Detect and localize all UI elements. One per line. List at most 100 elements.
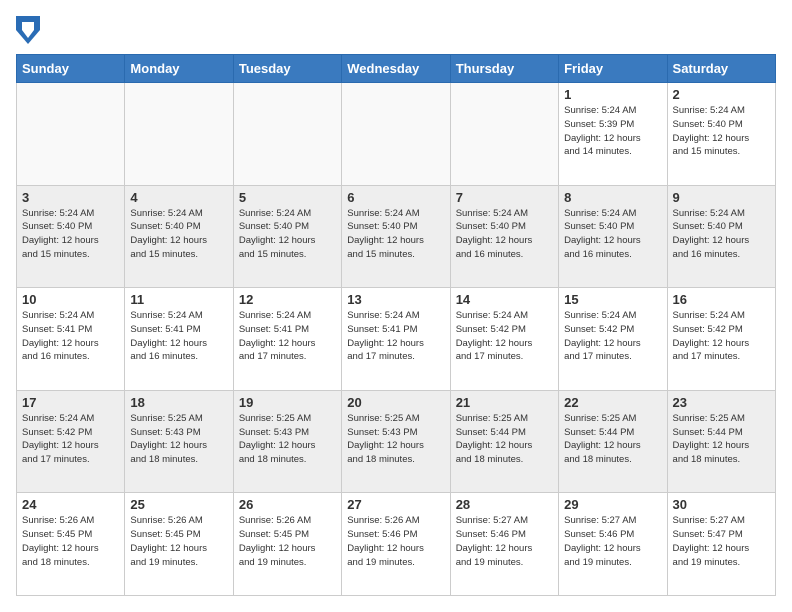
weekday-header-thursday: Thursday: [450, 55, 558, 83]
day-info: Sunrise: 5:24 AMSunset: 5:41 PMDaylight:…: [22, 309, 119, 364]
day-number: 17: [22, 395, 119, 410]
calendar-day-20: 20 Sunrise: 5:25 AMSunset: 5:43 PMDayligh…: [342, 390, 450, 493]
day-number: 27: [347, 497, 444, 512]
day-number: 15: [564, 292, 661, 307]
day-info: Sunrise: 5:24 AMSunset: 5:42 PMDaylight:…: [456, 309, 553, 364]
calendar-day-16: 16 Sunrise: 5:24 AMSunset: 5:42 PMDayligh…: [667, 288, 775, 391]
day-number: 29: [564, 497, 661, 512]
calendar-day-19: 19 Sunrise: 5:25 AMSunset: 5:43 PMDayligh…: [233, 390, 341, 493]
calendar-week-row: 17 Sunrise: 5:24 AMSunset: 5:42 PMDayligh…: [17, 390, 776, 493]
calendar-body: 1Sunrise: 5:24 AMSunset: 5:39 PMDaylight…: [17, 83, 776, 596]
day-info: Sunrise: 5:24 AMSunset: 5:40 PMDaylight:…: [456, 207, 553, 262]
day-info: Sunrise: 5:24 AMSunset: 5:40 PMDaylight:…: [673, 207, 770, 262]
calendar-day-empty: [125, 83, 233, 186]
calendar-day-6: 6 Sunrise: 5:24 AMSunset: 5:40 PMDaylight…: [342, 185, 450, 288]
day-info: Sunrise: 5:24 AMSunset: 5:40 PMDaylight:…: [22, 207, 119, 262]
day-number: 1: [564, 87, 661, 102]
calendar-day-23: 23 Sunrise: 5:25 AMSunset: 5:44 PMDayligh…: [667, 390, 775, 493]
calendar-day-4: 4 Sunrise: 5:24 AMSunset: 5:40 PMDaylight…: [125, 185, 233, 288]
logo: [16, 16, 44, 44]
calendar-week-row: 10 Sunrise: 5:24 AMSunset: 5:41 PMDayligh…: [17, 288, 776, 391]
day-info: Sunrise: 5:25 AMSunset: 5:43 PMDaylight:…: [347, 412, 444, 467]
day-info: Sunrise: 5:25 AMSunset: 5:43 PMDaylight:…: [130, 412, 227, 467]
calendar-day-2: 2 Sunrise: 5:24 AMSunset: 5:40 PMDaylight…: [667, 83, 775, 186]
day-number: 19: [239, 395, 336, 410]
day-number: 22: [564, 395, 661, 410]
weekday-header-row: SundayMondayTuesdayWednesdayThursdayFrid…: [17, 55, 776, 83]
day-info: Sunrise: 5:24 AMSunset: 5:42 PMDaylight:…: [564, 309, 661, 364]
calendar-day-24: 24Sunrise: 5:26 AMSunset: 5:45 PMDayligh…: [17, 493, 125, 596]
calendar-day-17: 17 Sunrise: 5:24 AMSunset: 5:42 PMDayligh…: [17, 390, 125, 493]
day-info: Sunrise: 5:25 AMSunset: 5:44 PMDaylight:…: [564, 412, 661, 467]
day-number: 14: [456, 292, 553, 307]
day-info: Sunrise: 5:24 AMSunset: 5:42 PMDaylight:…: [673, 309, 770, 364]
day-number: 12: [239, 292, 336, 307]
weekday-header-tuesday: Tuesday: [233, 55, 341, 83]
calendar-day-7: 7 Sunrise: 5:24 AMSunset: 5:40 PMDaylight…: [450, 185, 558, 288]
calendar-day-1: 1Sunrise: 5:24 AMSunset: 5:39 PMDaylight…: [559, 83, 667, 186]
day-number: 11: [130, 292, 227, 307]
day-number: 2: [673, 87, 770, 102]
calendar-day-10: 10 Sunrise: 5:24 AMSunset: 5:41 PMDayligh…: [17, 288, 125, 391]
day-info: Sunrise: 5:24 AMSunset: 5:40 PMDaylight:…: [347, 207, 444, 262]
day-info: Sunrise: 5:24 AMSunset: 5:40 PMDaylight:…: [673, 104, 770, 159]
day-number: 20: [347, 395, 444, 410]
day-number: 18: [130, 395, 227, 410]
day-info: Sunrise: 5:26 AMSunset: 5:46 PMDaylight:…: [347, 514, 444, 569]
day-info: Sunrise: 5:25 AMSunset: 5:43 PMDaylight:…: [239, 412, 336, 467]
day-number: 23: [673, 395, 770, 410]
day-number: 5: [239, 190, 336, 205]
calendar-day-25: 25 Sunrise: 5:26 AMSunset: 5:45 PMDayligh…: [125, 493, 233, 596]
day-info: Sunrise: 5:24 AMSunset: 5:40 PMDaylight:…: [239, 207, 336, 262]
day-info: Sunrise: 5:25 AMSunset: 5:44 PMDaylight:…: [456, 412, 553, 467]
weekday-header-monday: Monday: [125, 55, 233, 83]
day-info: Sunrise: 5:25 AMSunset: 5:44 PMDaylight:…: [673, 412, 770, 467]
calendar-header: SundayMondayTuesdayWednesdayThursdayFrid…: [17, 55, 776, 83]
day-number: 8: [564, 190, 661, 205]
day-info: Sunrise: 5:27 AMSunset: 5:46 PMDaylight:…: [564, 514, 661, 569]
calendar-day-5: 5 Sunrise: 5:24 AMSunset: 5:40 PMDaylight…: [233, 185, 341, 288]
day-number: 25: [130, 497, 227, 512]
calendar-week-row: 1Sunrise: 5:24 AMSunset: 5:39 PMDaylight…: [17, 83, 776, 186]
day-number: 3: [22, 190, 119, 205]
day-info: Sunrise: 5:26 AMSunset: 5:45 PMDaylight:…: [130, 514, 227, 569]
calendar-day-11: 11 Sunrise: 5:24 AMSunset: 5:41 PMDayligh…: [125, 288, 233, 391]
day-info: Sunrise: 5:24 AMSunset: 5:41 PMDaylight:…: [347, 309, 444, 364]
day-number: 26: [239, 497, 336, 512]
day-number: 9: [673, 190, 770, 205]
calendar-day-3: 3 Sunrise: 5:24 AMSunset: 5:40 PMDaylight…: [17, 185, 125, 288]
calendar-day-26: 26 Sunrise: 5:26 AMSunset: 5:45 PMDayligh…: [233, 493, 341, 596]
day-number: 10: [22, 292, 119, 307]
day-number: 30: [673, 497, 770, 512]
day-info: Sunrise: 5:24 AMSunset: 5:41 PMDaylight:…: [130, 309, 227, 364]
day-info: Sunrise: 5:24 AMSunset: 5:42 PMDaylight:…: [22, 412, 119, 467]
calendar-day-15: 15 Sunrise: 5:24 AMSunset: 5:42 PMDayligh…: [559, 288, 667, 391]
day-info: Sunrise: 5:27 AMSunset: 5:46 PMDaylight:…: [456, 514, 553, 569]
calendar-day-9: 9 Sunrise: 5:24 AMSunset: 5:40 PMDaylight…: [667, 185, 775, 288]
day-info: Sunrise: 5:24 AMSunset: 5:40 PMDaylight:…: [130, 207, 227, 262]
calendar-week-row: 24 Sunrise: 5:26 AMSunset: 5:45 PMDayligh…: [17, 493, 776, 596]
weekday-header-saturday: Saturday: [667, 55, 775, 83]
weekday-header-friday: Friday: [559, 55, 667, 83]
day-number: 6: [347, 190, 444, 205]
calendar-day-21: 21 Sunrise: 5:25 AMSunset: 5:44 PMDayligh…: [450, 390, 558, 493]
day-info: Sunrise: 5:26 AMSunset: 5:45 PMDaylight:…: [239, 514, 336, 569]
calendar-day-18: 18 Sunrise: 5:25 AMSunset: 5:43 PMDayligh…: [125, 390, 233, 493]
calendar-day-13: 13Sunrise: 5:24 AMSunset: 5:41 PMDayligh…: [342, 288, 450, 391]
calendar-day-empty: [342, 83, 450, 186]
calendar-day-22: 22 Sunrise: 5:25 AMSunset: 5:44 PMDayligh…: [559, 390, 667, 493]
day-number: 7: [456, 190, 553, 205]
logo-icon: [16, 16, 40, 44]
day-number: 4: [130, 190, 227, 205]
day-info: Sunrise: 5:27 AMSunset: 5:47 PMDaylight:…: [673, 514, 770, 569]
weekday-header-wednesday: Wednesday: [342, 55, 450, 83]
day-number: 21: [456, 395, 553, 410]
header: [16, 16, 776, 44]
calendar-day-30: 30 Sunrise: 5:27 AMSunset: 5:47 PMDayligh…: [667, 493, 775, 596]
calendar-day-8: 8Sunrise: 5:24 AMSunset: 5:40 PMDaylight…: [559, 185, 667, 288]
day-number: 16: [673, 292, 770, 307]
day-info: Sunrise: 5:24 AMSunset: 5:41 PMDaylight:…: [239, 309, 336, 364]
calendar-day-12: 12 Sunrise: 5:24 AMSunset: 5:41 PMDayligh…: [233, 288, 341, 391]
day-number: 28: [456, 497, 553, 512]
day-number: 24: [22, 497, 119, 512]
